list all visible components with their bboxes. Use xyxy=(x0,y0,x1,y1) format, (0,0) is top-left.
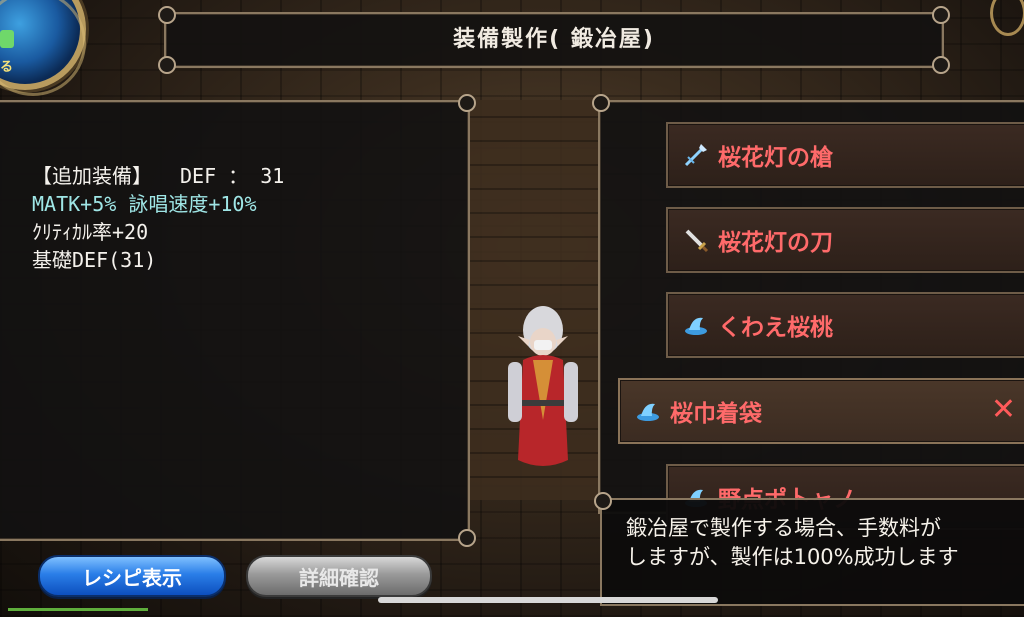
message-line: 鍛冶屋で製作する場合、手数料が xyxy=(626,516,941,540)
matk-stat: MATK+5% 詠唱速度+10% xyxy=(32,192,257,216)
show-recipe-button[interactable]: レシピ表示 xyxy=(38,555,226,597)
recipe-name: くわえ桜桃 xyxy=(718,315,833,341)
corner-ornament xyxy=(458,529,476,547)
recipe-name: 桜花灯の刀 xyxy=(718,230,833,256)
message-text: 鍛冶屋で製作する場合、手数料が しますが、製作は100%成功します xyxy=(626,514,1024,572)
sword-icon xyxy=(682,226,710,254)
message-line: しますが、製作は100%成功します xyxy=(626,545,959,569)
headgear-icon xyxy=(682,311,710,339)
message-box: 鍛冶屋で製作する場合、手数料が しますが、製作は100%成功します xyxy=(594,492,1024,606)
bonus-equip-label: 【追加装備】 xyxy=(32,164,152,188)
def-stat: DEF ： 31 xyxy=(180,164,285,188)
base-def-stat: 基礎DEF(31) xyxy=(32,248,157,272)
crit-stat: ｸﾘﾃｨｶﾙ率+20 xyxy=(32,220,149,244)
home-indicator[interactable] xyxy=(378,597,718,603)
recipe-name: 桜巾着袋 xyxy=(670,401,762,427)
recipe-name: 桜花灯の槍 xyxy=(718,145,833,171)
corner-ornament xyxy=(592,94,610,112)
recipe-item[interactable]: 桜花灯の槍 xyxy=(666,122,1024,188)
recipe-item[interactable]: 桜花灯の刀 xyxy=(666,207,1024,273)
close-icon[interactable]: ✕ xyxy=(991,392,1016,427)
orb-label: る xyxy=(0,60,14,75)
corner-ornament xyxy=(458,94,476,112)
spear-icon xyxy=(682,141,710,169)
recipe-item-selected[interactable]: 桜巾着袋 ✕ xyxy=(618,378,1024,444)
page-title: 装備製作( 鍛冶屋) xyxy=(453,27,655,52)
player-character xyxy=(508,306,578,466)
corner-ornament xyxy=(594,492,612,510)
item-stats-panel: 【追加装備】 DEF ： 31 MATK+5% 詠唱速度+10% ｸﾘﾃｨｶﾙ率… xyxy=(0,94,476,547)
title-bar: 装備製作( 鍛冶屋) xyxy=(158,6,950,74)
detail-check-button[interactable]: 詳細確認 xyxy=(246,555,432,597)
item-stats: 【追加装備】 DEF ： 31 MATK+5% 詠唱速度+10% ｸﾘﾃｨｶﾙ率… xyxy=(32,162,284,274)
headgear-icon xyxy=(634,397,662,425)
recipe-item[interactable]: くわえ桜桃 xyxy=(666,292,1024,358)
status-bar xyxy=(8,608,148,611)
orb-status-icon xyxy=(0,30,14,48)
